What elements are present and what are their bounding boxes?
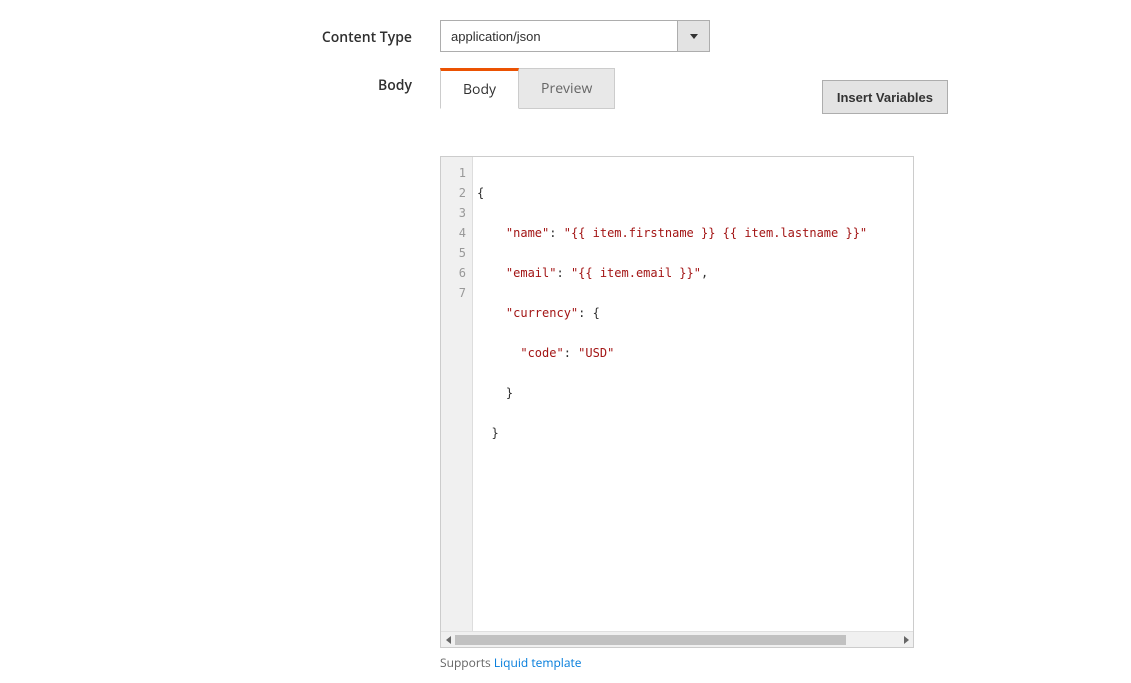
code-editor[interactable]: 1 2 3 4 5 6 7 { "name": "{{ item.firstna… bbox=[440, 156, 914, 648]
content-type-input[interactable] bbox=[440, 20, 677, 52]
horizontal-scrollbar[interactable] bbox=[441, 631, 913, 647]
helper-prefix: Supports bbox=[440, 654, 494, 671]
line-number: 5 bbox=[441, 243, 472, 263]
line-number: 1 bbox=[441, 163, 472, 183]
tab-body[interactable]: Body bbox=[440, 68, 519, 109]
scroll-right-button[interactable] bbox=[899, 632, 913, 648]
scroll-thumb[interactable] bbox=[455, 635, 846, 645]
content-type-row: Content Type bbox=[0, 0, 1131, 52]
line-number: 3 bbox=[441, 203, 472, 223]
chevron-down-icon bbox=[690, 34, 698, 39]
line-number: 6 bbox=[441, 263, 472, 283]
body-tabs-header: Body Preview Insert Variables bbox=[440, 68, 948, 114]
body-row: Body Body Preview Insert Variables 1 2 3… bbox=[0, 68, 1131, 671]
body-label: Body bbox=[0, 68, 440, 95]
helper-text: Supports Liquid template bbox=[440, 654, 960, 671]
triangle-left-icon bbox=[446, 636, 451, 644]
line-number-gutter: 1 2 3 4 5 6 7 bbox=[441, 157, 473, 631]
code-content[interactable]: { "name": "{{ item.firstname }} {{ item.… bbox=[473, 157, 913, 631]
tab-preview[interactable]: Preview bbox=[518, 68, 615, 109]
line-number: 7 bbox=[441, 283, 472, 303]
scroll-track[interactable] bbox=[455, 635, 899, 645]
line-number: 4 bbox=[441, 223, 472, 243]
line-number: 2 bbox=[441, 183, 472, 203]
body-tabs: Body Preview bbox=[440, 68, 614, 109]
content-type-label: Content Type bbox=[0, 20, 440, 47]
triangle-right-icon bbox=[904, 636, 909, 644]
content-type-select[interactable] bbox=[440, 20, 710, 52]
insert-variables-button[interactable]: Insert Variables bbox=[822, 80, 948, 114]
liquid-template-link[interactable]: Liquid template bbox=[494, 654, 582, 671]
content-type-dropdown-button[interactable] bbox=[677, 20, 710, 52]
scroll-left-button[interactable] bbox=[441, 632, 455, 648]
